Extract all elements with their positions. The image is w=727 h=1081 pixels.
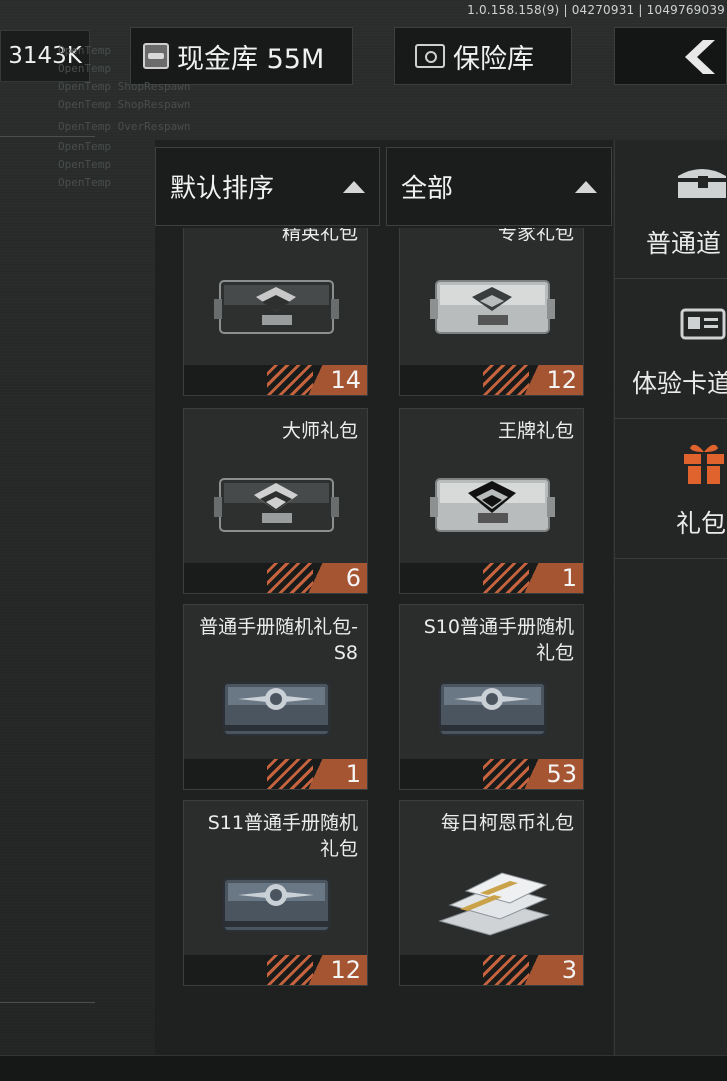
item-card[interactable]: 每日柯恩币礼包 3 (399, 800, 584, 986)
item-count: 53 (523, 759, 583, 789)
category-dropdown[interactable]: 全部 (386, 147, 612, 226)
item-name: 大师礼包 (281, 420, 358, 442)
caret-up-icon (575, 180, 597, 193)
item-count: 12 (307, 955, 367, 985)
item-card[interactable]: 专家礼包 12 (399, 228, 584, 396)
item-count: 14 (307, 365, 367, 395)
item-name: 专家礼包 (497, 228, 574, 244)
item-card[interactable]: S10普通手册随机礼包 53 (399, 604, 584, 790)
category-dropdown-label: 全部 (401, 174, 454, 204)
item-count: 3 (523, 955, 583, 985)
item-grid: 精英礼包 14 专家礼包 12 大师礼包 6 王牌礼包 1 普通手册随机礼包-S… (155, 228, 613, 1055)
item-count: 6 (307, 563, 367, 593)
chest-icon (678, 169, 726, 198)
divider-line (0, 136, 95, 137)
item-count: 1 (523, 563, 583, 593)
version-label: 1.0.158.158(9) | 04270931 | 1049769039 (467, 3, 725, 17)
item-card[interactable]: 普通手册随机礼包-S8 1 (183, 604, 368, 790)
item-card[interactable]: 大师礼包 6 (183, 408, 368, 594)
cash-vault-label: 现金库 55M (177, 43, 325, 75)
caret-up-icon (343, 180, 365, 193)
crate-dark-icon (214, 280, 339, 334)
bg-deco-text: OpenTemp (58, 44, 111, 57)
cash-stack-icon (438, 872, 550, 936)
bg-deco-text: OpenTemp ShopRespawn (58, 98, 191, 111)
crate-blue-icon (439, 682, 546, 736)
item-name: 精英礼包 (281, 228, 358, 244)
bottom-bar (0, 1055, 727, 1081)
category-label: 礼包 (676, 509, 727, 538)
category-label: 普通道 (646, 229, 722, 258)
item-card[interactable]: S11普通手册随机礼包 12 (183, 800, 368, 986)
bg-deco-text: OpenTemp (58, 62, 111, 75)
item-card[interactable]: 精英礼包 14 (183, 228, 368, 396)
crate-silver-icon (430, 478, 555, 532)
divider-line (0, 1002, 95, 1003)
sort-dropdown-label: 默认排序 (170, 174, 275, 204)
card-icon (680, 308, 726, 340)
crate-dark-icon (214, 478, 339, 532)
category-trial-cards[interactable]: 体验卡道 (614, 280, 727, 419)
item-count: 12 (523, 365, 583, 395)
back-arrow-icon (685, 40, 715, 74)
bg-deco-text: OpenTemp ShopRespawn (58, 80, 191, 93)
bg-deco-text: OpenTemp OverRespawn (58, 120, 191, 133)
crate-blue-icon (223, 682, 330, 736)
crate-silver-icon (430, 280, 555, 334)
cash-icon (143, 43, 169, 69)
category-label: 体验卡道 (632, 369, 727, 398)
back-button[interactable] (614, 27, 727, 85)
category-gift-packs[interactable]: 礼包 (614, 420, 727, 559)
safe-button[interactable]: 保险库 (394, 27, 572, 85)
item-name: 每日柯恩币礼包 (440, 812, 574, 834)
bg-deco-text: OpenTemp (58, 140, 111, 153)
item-card[interactable]: 王牌礼包 1 (399, 408, 584, 594)
safe-label: 保险库 (453, 43, 534, 75)
item-count: 1 (307, 759, 367, 789)
bg-deco-text: OpenTemp (58, 176, 111, 189)
sort-dropdown[interactable]: 默认排序 (155, 147, 380, 226)
bg-deco-text: OpenTemp (58, 158, 111, 171)
crate-blue-icon (223, 878, 330, 932)
item-name: 王牌礼包 (497, 420, 574, 442)
cash-vault-button[interactable]: 现金库 55M (130, 27, 353, 85)
category-normal-items[interactable]: 普通道 (614, 140, 727, 279)
safe-icon (415, 44, 445, 68)
gift-icon (684, 444, 724, 486)
